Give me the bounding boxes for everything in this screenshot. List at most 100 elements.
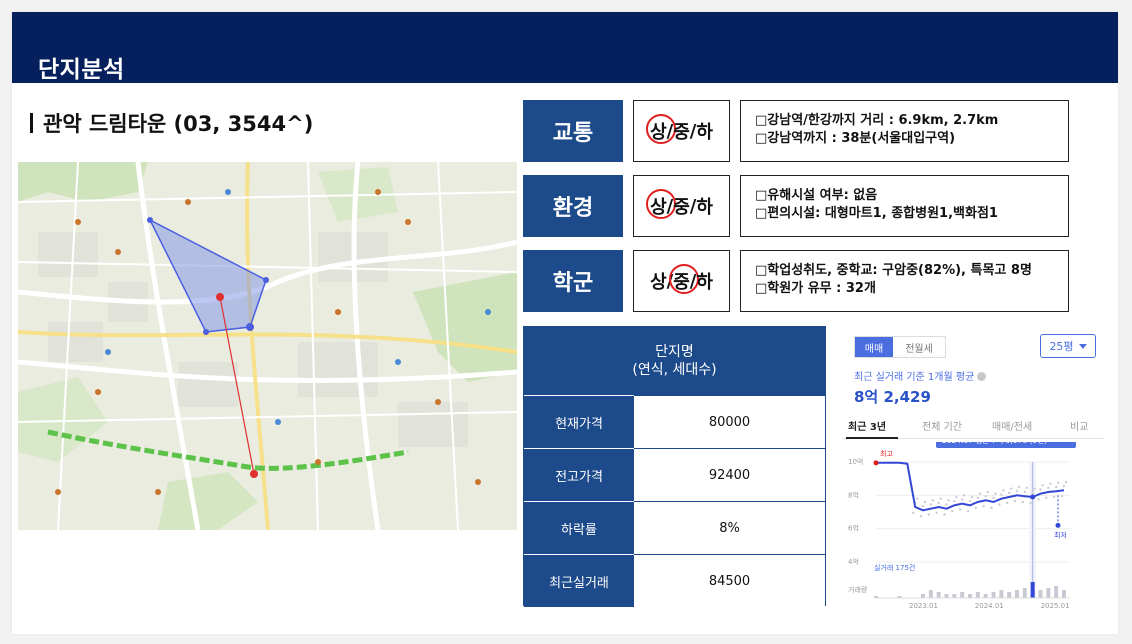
- trade-point: [951, 509, 954, 513]
- volume-bar: [1030, 582, 1035, 598]
- trade-point: [1015, 489, 1019, 493]
- volume-bar: [999, 590, 1004, 598]
- complex-name: 관악 드림타운 (03, 3544^): [43, 112, 314, 136]
- trade-point: [1045, 496, 1048, 500]
- volume-count-label: 실거래 175건: [874, 563, 915, 572]
- row-key: 전고가격: [524, 448, 634, 501]
- trade-point: [968, 499, 972, 503]
- page-title: 단지분석: [38, 57, 125, 83]
- trade-point: [976, 496, 980, 500]
- trade-point: [1056, 481, 1060, 485]
- trade-point: [1041, 484, 1044, 487]
- trade-point: [1033, 487, 1036, 490]
- trade-point: [1005, 501, 1009, 505]
- volume-bar: [1022, 588, 1027, 598]
- title-bar-mark: [30, 113, 33, 133]
- volume-bar: [1062, 590, 1066, 598]
- info-icon[interactable]: [977, 372, 987, 381]
- trade-point: [911, 511, 915, 515]
- low-marker: [1055, 522, 1061, 528]
- high-marker: [873, 460, 879, 466]
- trade-point: [960, 498, 964, 501]
- analysis-label-transport: 교통: [523, 100, 623, 162]
- trade-point: [1064, 480, 1068, 484]
- trade-point: [1029, 501, 1032, 505]
- trade-point: [945, 503, 948, 506]
- volume-bar: [983, 594, 988, 598]
- tab-rent[interactable]: 전월세: [893, 337, 945, 357]
- trade-point: [947, 499, 950, 502]
- trade-point: [955, 495, 958, 499]
- grade-low: 하: [696, 122, 713, 143]
- price-widget: 매매 전월세 25평 최근 실거래 기준 1개월 평균 8억 2,429 최근 …: [842, 330, 1104, 610]
- size-dropdown[interactable]: 25평: [1040, 334, 1096, 358]
- analysis-grade-transport: 상 / 중 / 하: [633, 100, 730, 162]
- trade-point: [1021, 500, 1025, 504]
- grade-low: 하: [696, 272, 713, 293]
- trade-point: [990, 506, 993, 510]
- trade-point: [1000, 493, 1003, 496]
- table-header-title: 단지명: [655, 344, 694, 360]
- price-table: 단지명 (연식, 세대수) 현재가격 80000 전고가격 92400 하락률 …: [523, 326, 826, 607]
- table-row: 최근실거래 84500: [524, 554, 825, 607]
- desc-line: □학원가 유무 : 32개: [755, 281, 876, 296]
- trade-point: [921, 504, 925, 508]
- trade-point: [1060, 494, 1064, 498]
- y-tick-label: 8억: [848, 491, 859, 499]
- volume-bar: [960, 592, 965, 598]
- trade-point: [992, 496, 995, 500]
- table-header: 단지명 (연식, 세대수): [524, 327, 825, 395]
- volume-bar: [928, 590, 933, 598]
- row-value: 8%: [634, 501, 825, 554]
- row-key: 하락률: [524, 501, 634, 554]
- trade-point: [919, 514, 923, 518]
- trade-point: [974, 506, 978, 510]
- desc-line: □편의시설: 대형마트1, 종합병원1,백화점1: [755, 206, 998, 221]
- row-key: 최근실거래: [524, 554, 634, 607]
- avg-price-label-text: 최근 실거래 기준 1개월 평균: [854, 372, 975, 383]
- price-chart[interactable]: 10억 8억 6억 4억 최고최저 2024.07 평균 7억 9,078 (9건) 실거래…: [842, 442, 1104, 610]
- desc-line: □강남역/한강까지 거리 : 6.9km, 2.7km: [755, 113, 999, 128]
- trade-point: [953, 499, 956, 503]
- trade-point: [958, 508, 962, 511]
- grade-high: 상: [646, 114, 676, 144]
- analysis-label-school: 학군: [523, 250, 623, 312]
- y-tick-label: 4억: [848, 558, 859, 566]
- table-row: 현재가격 80000: [524, 395, 825, 448]
- y-tick-label: 10억: [848, 458, 863, 466]
- trade-point: [984, 494, 987, 498]
- trade-point: [1062, 484, 1066, 488]
- trade-point: [1047, 486, 1050, 490]
- tab-recent-3y[interactable]: 최근 3년: [848, 418, 886, 433]
- grade-high: 상: [650, 272, 667, 293]
- trade-point: [978, 492, 982, 495]
- tab-sale[interactable]: 매매: [855, 337, 893, 357]
- tab-all-period[interactable]: 전체 기간: [922, 418, 962, 433]
- trade-point: [986, 490, 989, 494]
- volume-bar: [936, 592, 941, 598]
- tab-sale-rent[interactable]: 매매/전세: [992, 418, 1032, 433]
- trade-point: [1054, 485, 1058, 489]
- tab-compare[interactable]: 비교: [1070, 418, 1088, 433]
- trade-point: [966, 509, 970, 513]
- desc-line: □유해시설 여부: 없음: [755, 188, 878, 203]
- grade-sep: /: [689, 120, 697, 142]
- grade-mid: 중: [673, 197, 690, 218]
- analysis-desc-transport: □강남역/한강까지 거리 : 6.9km, 2.7km □강남역까지 : 38분…: [740, 100, 1069, 162]
- analysis-grade-school: 상 / 중 / 하: [633, 250, 730, 312]
- trade-point: [915, 497, 919, 500]
- trade-point: [1023, 490, 1027, 494]
- row-value: 80000: [634, 395, 825, 448]
- grade-mid: 중: [669, 264, 699, 294]
- analysis-desc-school: □학업성취도, 중학교: 구암중(82%), 특목고 8명 □학원가 유무 : …: [740, 250, 1069, 312]
- table-row: 전고가격 92400: [524, 448, 825, 501]
- tooltip-text: 2024.07 평균 7억 9,078 (9건): [942, 442, 1047, 445]
- analysis-label-environment: 환경: [523, 175, 623, 237]
- map-graphic: [18, 162, 517, 530]
- location-map[interactable]: [18, 162, 517, 530]
- grade-low: 하: [696, 197, 713, 218]
- desc-line: □강남역까지 : 38분(서울대입구역): [755, 131, 956, 146]
- trade-point: [927, 513, 931, 516]
- trade-point: [1031, 491, 1034, 495]
- trade-point: [1009, 487, 1013, 490]
